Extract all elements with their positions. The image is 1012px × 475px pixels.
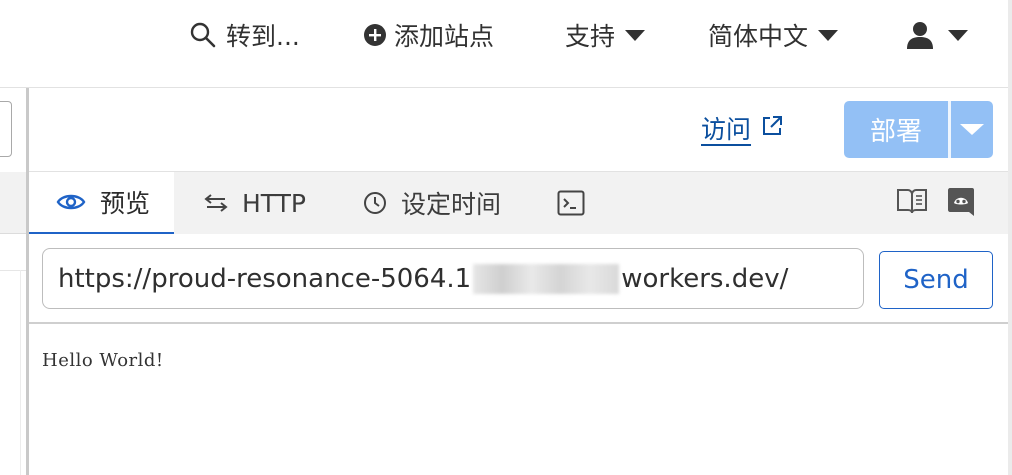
deploy-split-button: 部署 (844, 101, 993, 158)
url-prefix: https://proud-resonance-5064.1 (58, 263, 472, 294)
scrollbar-gutter (1008, 0, 1012, 475)
visit-label: 访问 (701, 115, 752, 144)
editor-divider (0, 270, 26, 271)
top-navigation: 转到... 添加站点 支持 简体中文 (0, 0, 1008, 88)
chevron-down-icon (818, 29, 839, 41)
deploy-separator (948, 101, 951, 158)
add-site-button[interactable]: 添加站点 (364, 0, 494, 70)
add-site-label: 添加站点 (394, 22, 495, 51)
terminal-icon (557, 190, 585, 216)
clock-icon (363, 191, 387, 215)
language-label: 简体中文 (708, 22, 809, 51)
deploy-button[interactable]: 部署 (844, 101, 948, 158)
swap-arrows-icon (204, 193, 228, 213)
goto-label: 转到... (226, 22, 300, 51)
tab-http-label: HTTP (242, 188, 306, 218)
book-icon (896, 187, 928, 220)
response-body: Hello World! (42, 350, 164, 371)
preview-tabs: 预览 HTTP 设定时间 (29, 172, 1008, 234)
tab-preview[interactable]: 预览 (29, 172, 174, 234)
discord-icon (947, 187, 975, 222)
tab-schedule-label: 设定时间 (401, 190, 502, 219)
search-icon (190, 22, 216, 48)
editor-input-edge[interactable] (0, 101, 12, 157)
tab-preview-label: 预览 (100, 189, 151, 218)
chevron-down-icon (948, 29, 968, 41)
url-suffix: workers.dev/ (621, 263, 789, 294)
deploy-menu-button[interactable] (951, 101, 993, 158)
request-bar: https://proud-resonance-5064.1 workers.de… (29, 234, 1008, 324)
tab-terminal[interactable] (557, 172, 599, 234)
editor-gutter-line (20, 270, 21, 475)
preview-panel: 访问 部署 预览 HTTP 设定时间 https://proud-resonan… (29, 88, 1008, 475)
editor-tabbar-edge (0, 172, 26, 234)
docs-button[interactable] (896, 187, 928, 220)
eye-icon (56, 192, 86, 212)
visit-link[interactable]: 访问 (701, 110, 783, 146)
preview-toolbar: 访问 部署 (29, 88, 1008, 172)
url-input[interactable]: https://proud-resonance-5064.1 workers.de… (42, 248, 864, 309)
goto-button[interactable]: 转到... (190, 0, 300, 70)
support-label: 支持 (565, 22, 616, 51)
user-icon (906, 21, 934, 49)
send-button[interactable]: Send (879, 251, 993, 309)
chevron-down-icon (960, 124, 984, 135)
external-link-icon (761, 114, 783, 143)
redacted-account-id (473, 263, 620, 294)
account-menu[interactable] (906, 0, 968, 70)
tab-http[interactable]: HTTP (204, 172, 306, 234)
discord-button[interactable] (947, 187, 975, 222)
chevron-down-icon (625, 29, 646, 41)
tab-schedule[interactable]: 设定时间 (363, 172, 501, 234)
support-menu[interactable]: 支持 (565, 0, 646, 70)
plus-circle-icon (364, 24, 386, 46)
language-menu[interactable]: 简体中文 (708, 0, 839, 70)
